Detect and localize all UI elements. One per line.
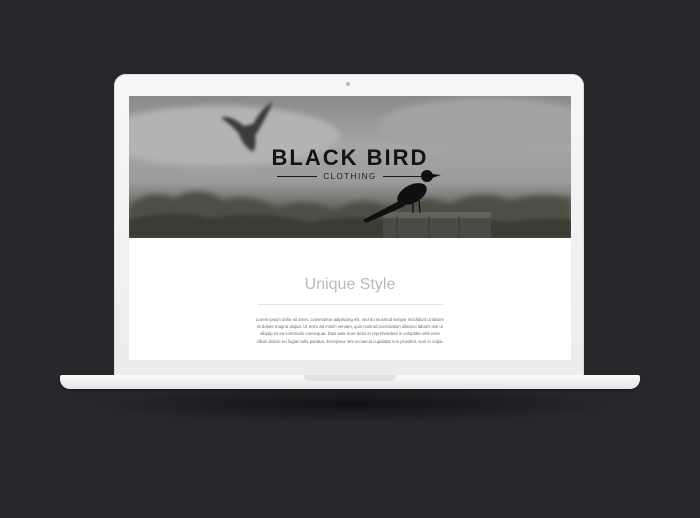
- brand-line-right: [382, 176, 423, 177]
- section-body-text: Lorem ipsum dolor sit amet, consectetur …: [256, 317, 444, 344]
- camera-dot: [346, 82, 350, 86]
- brand-subtitle-row: CLOTHING: [129, 172, 571, 181]
- laptop-shadow: [88, 384, 618, 424]
- section-title: Unique Style: [304, 276, 396, 293]
- laptop-base: [60, 375, 640, 389]
- laptop-lid: BLACK BIRD CLOTHING Unique Style Lorem i…: [114, 74, 584, 379]
- section-divider: [258, 304, 444, 305]
- hero-banner: BLACK BIRD CLOTHING: [129, 96, 571, 238]
- brand-logo[interactable]: BLACK BIRD CLOTHING: [129, 145, 571, 182]
- laptop-screen: BLACK BIRD CLOTHING Unique Style Lorem i…: [129, 96, 571, 360]
- laptop-notch: [304, 375, 396, 381]
- content-section: Unique Style Lorem ipsum dolor sit amet,…: [129, 238, 571, 360]
- brand-subtitle: CLOTHING: [323, 172, 377, 181]
- brand-line-left: [277, 176, 318, 177]
- brand-title: BLACK BIRD: [271, 145, 429, 170]
